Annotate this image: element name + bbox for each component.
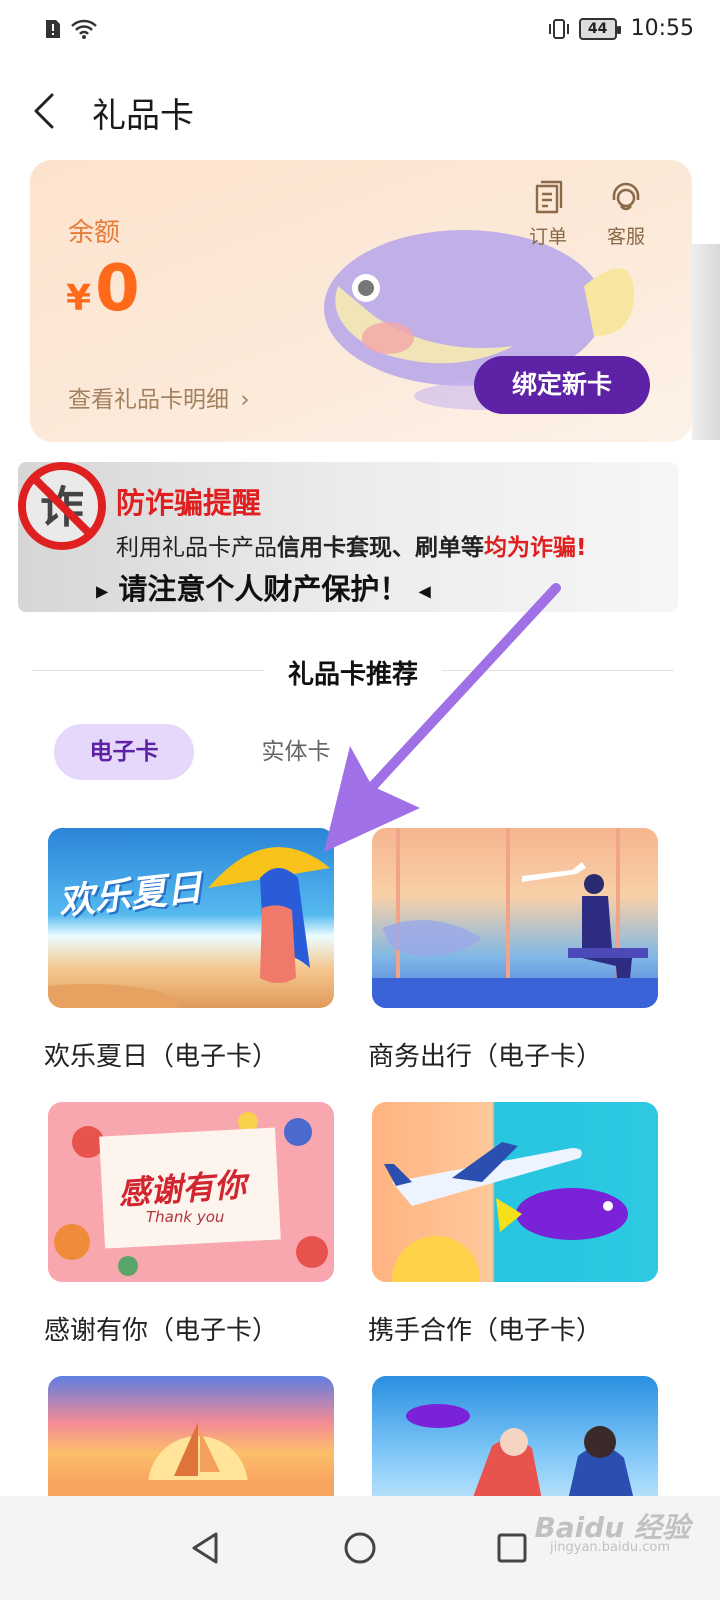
sunset-card-image	[48, 1376, 334, 1500]
section-heading: 礼品卡推荐	[32, 652, 674, 690]
fraud-warning: ▶ 请注意个人财产保护！ ◀	[96, 566, 431, 608]
balance-label: 余额	[68, 218, 121, 248]
headset-icon	[612, 182, 640, 211]
triangle-back-icon	[192, 1532, 218, 1564]
triangle-left-icon: ◀	[418, 581, 431, 601]
vibrate-icon	[548, 18, 569, 39]
balance-card: 余额 ¥ 0 查看礼品卡明细 › 订单 客服 绑定新卡	[30, 160, 692, 442]
gift-card-title: 携手合作（电子卡）	[368, 1316, 603, 1346]
battery-icon: 44	[578, 17, 621, 40]
page-title: 礼品卡	[92, 96, 194, 136]
gift-card-detail-label: 查看礼品卡明细	[68, 387, 229, 413]
tab-ecard[interactable]: 电子卡	[54, 724, 194, 780]
fraud-message-prefix: 利用礼品卡产品	[116, 535, 277, 561]
plane-and-fish-illustration	[384, 1142, 628, 1282]
header: 礼品卡	[0, 70, 720, 154]
gift-card-title: 欢乐夏日（电子卡）	[44, 1042, 279, 1072]
edge-shade	[692, 244, 720, 440]
couple-illustration	[406, 1404, 634, 1500]
fraud-message-red: 均为诈骗!	[484, 535, 587, 561]
nav-home-button[interactable]	[332, 1520, 388, 1576]
triangle-right-icon: ▶	[96, 581, 109, 601]
balance-value: 0	[95, 252, 140, 326]
fraud-message: 利用礼品卡产品信用卡套现、刷单等均为诈骗!	[116, 528, 587, 562]
gift-card-title: 商务出行（电子卡）	[368, 1042, 603, 1072]
summer-card-image: 欢乐夏日	[48, 828, 334, 1008]
circle-home-icon	[344, 1532, 376, 1564]
fraud-title: 防诈骗提醒	[116, 486, 262, 520]
business-card-image	[372, 828, 658, 1008]
beach-girl-illustration	[48, 847, 330, 1008]
gift-card-item[interactable]: 商务出行（电子卡）	[368, 828, 658, 1073]
gift-card-detail-link[interactable]: 查看礼品卡明细 ›	[68, 380, 250, 414]
status-bar: 44 10:55	[0, 0, 720, 62]
currency-symbol: ¥	[66, 278, 92, 319]
thanks-card-image-subtext: Thank you	[146, 1208, 225, 1226]
prohibited-sign-icon: 诈	[18, 462, 106, 550]
back-button[interactable]	[24, 86, 64, 136]
tab-physical-card[interactable]: 实体卡	[236, 724, 356, 780]
bind-new-card-button[interactable]: 绑定新卡	[474, 356, 650, 414]
status-time: 10:55	[630, 16, 694, 41]
couple-card-image	[372, 1376, 658, 1500]
customer-service-label: 客服	[606, 226, 645, 248]
thanks-card-image-text: 感谢有你	[116, 1165, 248, 1213]
nav-recents-button[interactable]	[484, 1520, 540, 1576]
orders-button[interactable]: 订单	[518, 180, 578, 249]
customer-service-button[interactable]: 客服	[596, 180, 656, 249]
sim-alert-icon	[46, 20, 60, 38]
nav-back-button[interactable]	[178, 1520, 234, 1576]
gift-card-title: 感谢有你（电子卡）	[44, 1316, 279, 1346]
orders-label: 订单	[528, 226, 567, 248]
divider-right	[442, 670, 674, 671]
gift-card-item[interactable]	[48, 1376, 334, 1500]
fraud-warning-text: 请注意个人财产保护！	[118, 572, 409, 606]
gift-card-item[interactable]: 感谢有你 Thank you 感谢有你（电子卡）	[44, 1102, 334, 1347]
square-recents-icon	[497, 1533, 527, 1563]
order-list-icon	[535, 180, 563, 214]
anti-fraud-banner[interactable]: 诈 防诈骗提醒 利用礼品卡产品信用卡套现、刷单等均为诈骗! ▶ 请注意个人财产保…	[18, 462, 678, 612]
fraud-message-bold: 信用卡套现、刷单等	[277, 535, 484, 561]
back-arrow-icon	[34, 93, 54, 129]
chevron-right-icon: ›	[240, 387, 250, 413]
watermark-url: jingyan.baidu.com	[550, 1540, 670, 1555]
sailboat-illustration	[48, 1422, 334, 1500]
gift-card-item[interactable]: 欢乐夏日 欢乐夏日（电子卡）	[44, 828, 334, 1073]
gift-card-item[interactable]: 携手合作（电子卡）	[368, 1102, 658, 1347]
section-title: 礼品卡推荐	[287, 660, 418, 690]
wifi-icon	[71, 19, 97, 39]
thanks-card-image: 感谢有你 Thank you	[48, 1102, 334, 1282]
balance-amount: ¥ 0	[66, 254, 140, 324]
airport-illustration	[372, 828, 658, 1008]
partner-card-image	[372, 1102, 658, 1282]
gift-card-item[interactable]	[372, 1376, 658, 1500]
